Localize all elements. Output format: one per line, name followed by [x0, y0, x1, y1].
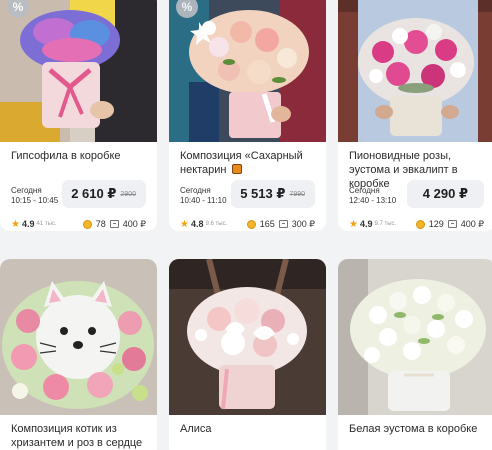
delivery-info: Сегодня 10:15 - 10:45: [11, 186, 59, 205]
product-title[interactable]: Пионовидные розы, эустома и эвкалипт в к…: [338, 142, 492, 190]
price: 2 610 ₽: [71, 186, 117, 201]
old-price: 7990: [289, 190, 305, 198]
delivery-cost: 400 ₽: [122, 218, 146, 229]
bonus-coin-icon: [415, 219, 425, 229]
product-title[interactable]: Композиция котик из хризантем и роз в се…: [0, 415, 157, 450]
product-photo[interactable]: [0, 259, 157, 415]
delivery-box-icon: [109, 220, 119, 228]
gypsophila-photo: [0, 0, 157, 142]
orange-heart-icon: [231, 164, 242, 174]
rating: 4.9: [21, 219, 35, 229]
delivery-cost: 400 ₽: [460, 218, 484, 229]
product-title[interactable]: Гипсофила в коробке: [0, 142, 157, 180]
product-photo[interactable]: [338, 0, 492, 142]
product-card[interactable]: Белая эустома в коробке: [338, 259, 492, 450]
product-card[interactable]: Композиция котик из хризантем и роз в се…: [0, 259, 157, 450]
product-photo[interactable]: [338, 259, 492, 415]
product-title[interactable]: Алиса: [169, 415, 326, 436]
delivery-box-icon: [278, 220, 288, 228]
delivery-box-icon: [447, 220, 457, 228]
bonus-points: 165: [259, 219, 275, 229]
peony-roses-photo: [338, 0, 492, 142]
delivery-cost: 300 ₽: [291, 218, 315, 229]
product-title[interactable]: Композиция «Сахарный нектарин: [169, 142, 326, 180]
reviews-count: 9.7 тыс.: [374, 221, 397, 227]
cat-bouquet-photo: [0, 259, 157, 415]
alisa-bouquet-photo: [169, 259, 326, 415]
product-card[interactable]: Пионовидные розы, эустома и эвкалипт в к…: [338, 0, 492, 231]
product-photo[interactable]: %: [0, 0, 157, 142]
product-photo[interactable]: [169, 259, 326, 415]
price: 5 513 ₽: [240, 186, 286, 201]
star-icon: ★: [180, 218, 189, 230]
product-card[interactable]: Алиса: [169, 259, 326, 450]
white-eustoma-photo: [338, 259, 492, 415]
old-price: 2900: [120, 190, 136, 198]
price-button[interactable]: 5 513 ₽ 7990: [231, 180, 315, 208]
reviews-count: 9.6 тыс.: [205, 221, 228, 227]
product-card[interactable]: % Композиция «Сахарный нектарин Сегодня …: [169, 0, 326, 231]
price-button[interactable]: 4 290 ₽: [406, 180, 484, 208]
bonus-coin-icon: [246, 219, 256, 229]
price: 4 290 ₽: [422, 186, 468, 201]
reviews-count: 41 тыс.: [36, 221, 57, 227]
bonus-points: 129: [428, 219, 444, 229]
bonus-points: 78: [95, 219, 106, 229]
product-card[interactable]: % Гипсофила в коробке Сегодня 10:15 - 10…: [0, 0, 157, 231]
rating: 4.8: [190, 219, 204, 229]
star-icon: ★: [11, 218, 20, 230]
bonus-coin-icon: [82, 219, 92, 229]
price-button[interactable]: 2 610 ₽ 2900: [62, 180, 146, 208]
delivery-info: Сегодня 10:40 - 11:10: [180, 186, 227, 205]
rating: 4.9: [359, 219, 373, 229]
nectarine-bouquet-photo: [169, 0, 326, 142]
delivery-info: Сегодня 12:40 - 13:10: [349, 186, 397, 205]
star-icon: ★: [349, 218, 358, 230]
product-title[interactable]: Белая эустома в коробке: [338, 415, 492, 436]
product-photo[interactable]: %: [169, 0, 326, 142]
